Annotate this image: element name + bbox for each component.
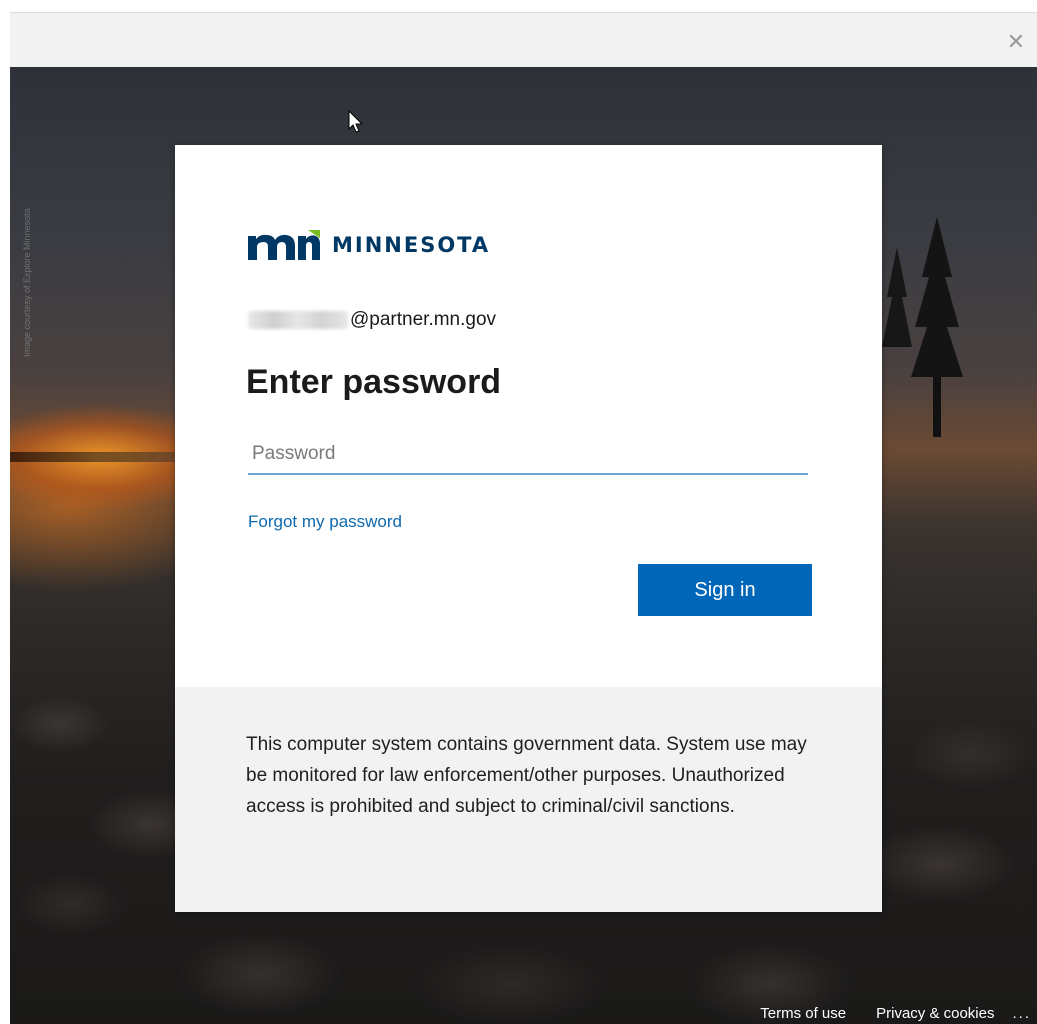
left-border <box>0 12 10 1024</box>
terms-link[interactable]: Terms of use <box>760 1005 846 1022</box>
close-icon[interactable]: ✕ <box>1001 27 1031 57</box>
water-reflection <box>10 452 180 462</box>
window-titlebar: ✕ <box>10 12 1037 67</box>
redacted-username <box>248 311 348 329</box>
brand-text: MINNESOTA <box>332 233 491 257</box>
page-title: Enter password <box>246 363 502 401</box>
pine-trees <box>882 217 963 437</box>
forgot-password-link[interactable]: Forgot my password <box>248 512 402 532</box>
account-domain: @partner.mn.gov <box>350 309 497 330</box>
top-strip <box>0 0 1037 12</box>
signin-button[interactable]: Sign in <box>638 564 812 616</box>
password-input[interactable] <box>248 435 808 475</box>
account-identifier: @partner.mn.gov <box>248 309 496 331</box>
cursor-icon <box>348 110 364 133</box>
signin-card: MINNESOTA @partner.mn.gov Enter password… <box>175 145 882 912</box>
more-options-icon[interactable]: ... <box>1012 1005 1031 1022</box>
footer: Terms of use Privacy & cookies ... <box>730 1005 1031 1022</box>
privacy-link[interactable]: Privacy & cookies <box>876 1005 994 1022</box>
legal-notice-text: This computer system contains government… <box>246 734 807 817</box>
mn-logo-icon <box>248 230 320 260</box>
legal-notice-panel: This computer system contains government… <box>175 687 882 912</box>
minnesota-logo: MINNESOTA <box>248 230 490 260</box>
photo-credit: Image courtesy of Explore Minnesota <box>22 208 32 357</box>
